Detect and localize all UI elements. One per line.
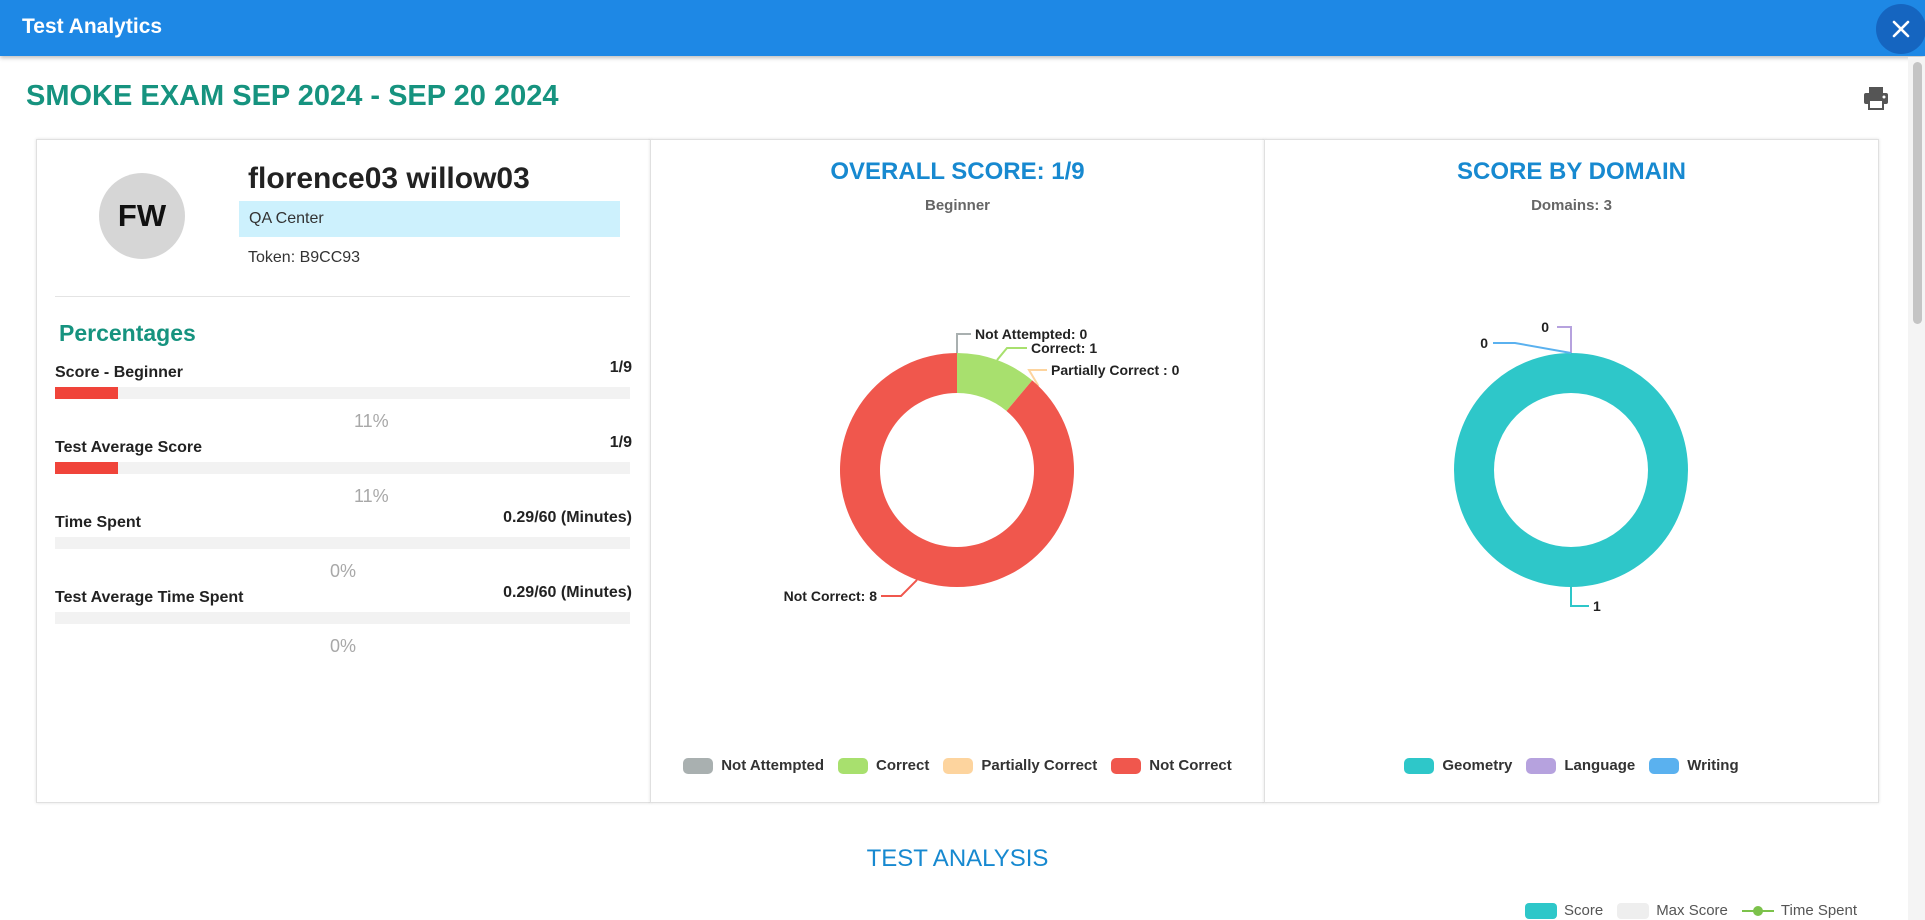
legend-label: Correct: [876, 757, 930, 774]
exam-title: SMOKE EXAM SEP 2024 - SEP 20 2024: [26, 80, 559, 112]
center-badge: QA Center: [239, 201, 620, 237]
close-button[interactable]: [1876, 4, 1925, 54]
overall-score-chart: Not Attempted: 0Correct: 1Partially Corr…: [784, 326, 1180, 604]
profile-panel: FW florence03 willow03 QA Center Token: …: [36, 139, 651, 803]
legend-item-not-attempted[interactable]: Not Attempted: [683, 757, 824, 774]
metric-label: Time Spent: [55, 514, 141, 531]
line-legend-icon: [1741, 905, 1774, 916]
test-analysis-title: TEST ANALYSIS: [866, 845, 1049, 872]
slice-label: 1: [1593, 598, 1601, 614]
legend-item-correct[interactable]: Correct: [838, 757, 929, 774]
legend-swatch: [943, 757, 974, 774]
legend-swatch: [1526, 757, 1557, 774]
metric-label: Test Average Time Spent: [55, 589, 244, 606]
slice-label: 0: [1541, 319, 1549, 335]
window-title: Test Analytics: [22, 15, 163, 38]
metric-value: 0.29/60 (Minutes): [503, 584, 632, 601]
label-leader-line: [1570, 587, 1589, 607]
legend-label: Not Attempted: [721, 757, 824, 774]
progress-bar: [55, 462, 630, 474]
overall-score-panel: OVERALL SCORE: 1/9 Beginner Not Attempte…: [650, 139, 1265, 803]
donut-slice[interactable]: [840, 353, 1074, 587]
legend-swatch: [1404, 757, 1435, 774]
legend-label: Language: [1564, 757, 1636, 774]
label-leader-line: [881, 579, 918, 597]
progress-bar: [55, 387, 630, 399]
slice-label: Not Correct: 8: [784, 588, 878, 604]
close-icon: [1892, 20, 1910, 38]
progress-bar: [55, 537, 630, 549]
center-name: QA Center: [249, 210, 324, 227]
print-button[interactable]: [1862, 84, 1890, 112]
chart-legend: Geometry Language Writing: [1265, 757, 1878, 774]
legend-swatch: [1617, 902, 1650, 919]
legend-swatch: [1649, 757, 1680, 774]
slice-label: 0: [1480, 335, 1488, 351]
legend-item-not-correct[interactable]: Not Correct: [1111, 757, 1232, 774]
metric-value: 1/9: [609, 434, 632, 451]
label-leader-line: [1557, 326, 1572, 353]
slice-label: Correct: 1: [1031, 340, 1097, 356]
legend-item-max-score[interactable]: Max Score: [1617, 902, 1728, 919]
analysis-legend: Score Max Score Time Spent: [1525, 902, 1857, 919]
label-leader-line: [996, 347, 1027, 361]
metric-percent: 0%: [330, 561, 357, 581]
legend-item-writing[interactable]: Writing: [1649, 757, 1739, 774]
divider: [55, 296, 630, 297]
printer-icon: [1864, 87, 1888, 110]
legend-item-score[interactable]: Score: [1525, 902, 1603, 919]
donut-slice[interactable]: [1454, 353, 1688, 587]
legend-swatch: [838, 757, 868, 774]
legend-swatch: [1111, 757, 1142, 774]
metric-percent: 11%: [354, 486, 389, 506]
avatar-initials: FW: [117, 198, 167, 233]
user-name: florence03 willow03: [248, 162, 530, 195]
legend-swatch: [1525, 902, 1557, 919]
metric-label: Score - Beginner: [55, 364, 184, 381]
metric-value: 1/9: [609, 359, 632, 376]
label-leader-line: [956, 333, 971, 353]
legend-swatch: [683, 757, 714, 774]
token-text: Token: B9CC93: [248, 249, 361, 266]
progress-fill: [55, 387, 119, 399]
metric-value: 0.29/60 (Minutes): [503, 509, 632, 526]
legend-item-time-spent[interactable]: Time Spent: [1741, 902, 1858, 919]
legend-item-partially-correct[interactable]: Partially Correct: [943, 757, 1097, 774]
legend-label: Time Spent: [1780, 902, 1858, 919]
domain-score-panel: SCORE BY DOMAIN Domains: 3 100 Geometry …: [1264, 139, 1879, 803]
metric-label: Test Average Score: [55, 439, 203, 456]
percentages-heading: Percentages: [59, 320, 196, 346]
slice-label: Partially Correct : 0: [1051, 362, 1180, 378]
label-leader-line: [1493, 342, 1572, 354]
avatar: FW: [99, 173, 185, 259]
legend-label: Geometry: [1442, 757, 1513, 774]
metric-percent: 0%: [330, 636, 357, 656]
legend-label: Not Correct: [1149, 757, 1232, 774]
legend-label: Writing: [1687, 757, 1739, 774]
chart-legend: Not Attempted Correct Partially Correct …: [651, 757, 1264, 774]
progress-fill: [55, 462, 119, 474]
progress-bar: [55, 612, 630, 624]
legend-item-geometry[interactable]: Geometry: [1404, 757, 1512, 774]
metric-percent: 11%: [354, 411, 389, 431]
legend-label: Score: [1564, 902, 1604, 919]
legend-label: Max Score: [1656, 902, 1728, 919]
domain-score-chart: 1 0 0: [1454, 319, 1688, 614]
legend-item-language[interactable]: Language: [1526, 757, 1635, 774]
scrollbar-thumb[interactable]: [1913, 62, 1922, 324]
title-bar: Test Analytics: [0, 0, 1925, 56]
legend-label: Partially Correct: [981, 757, 1098, 774]
